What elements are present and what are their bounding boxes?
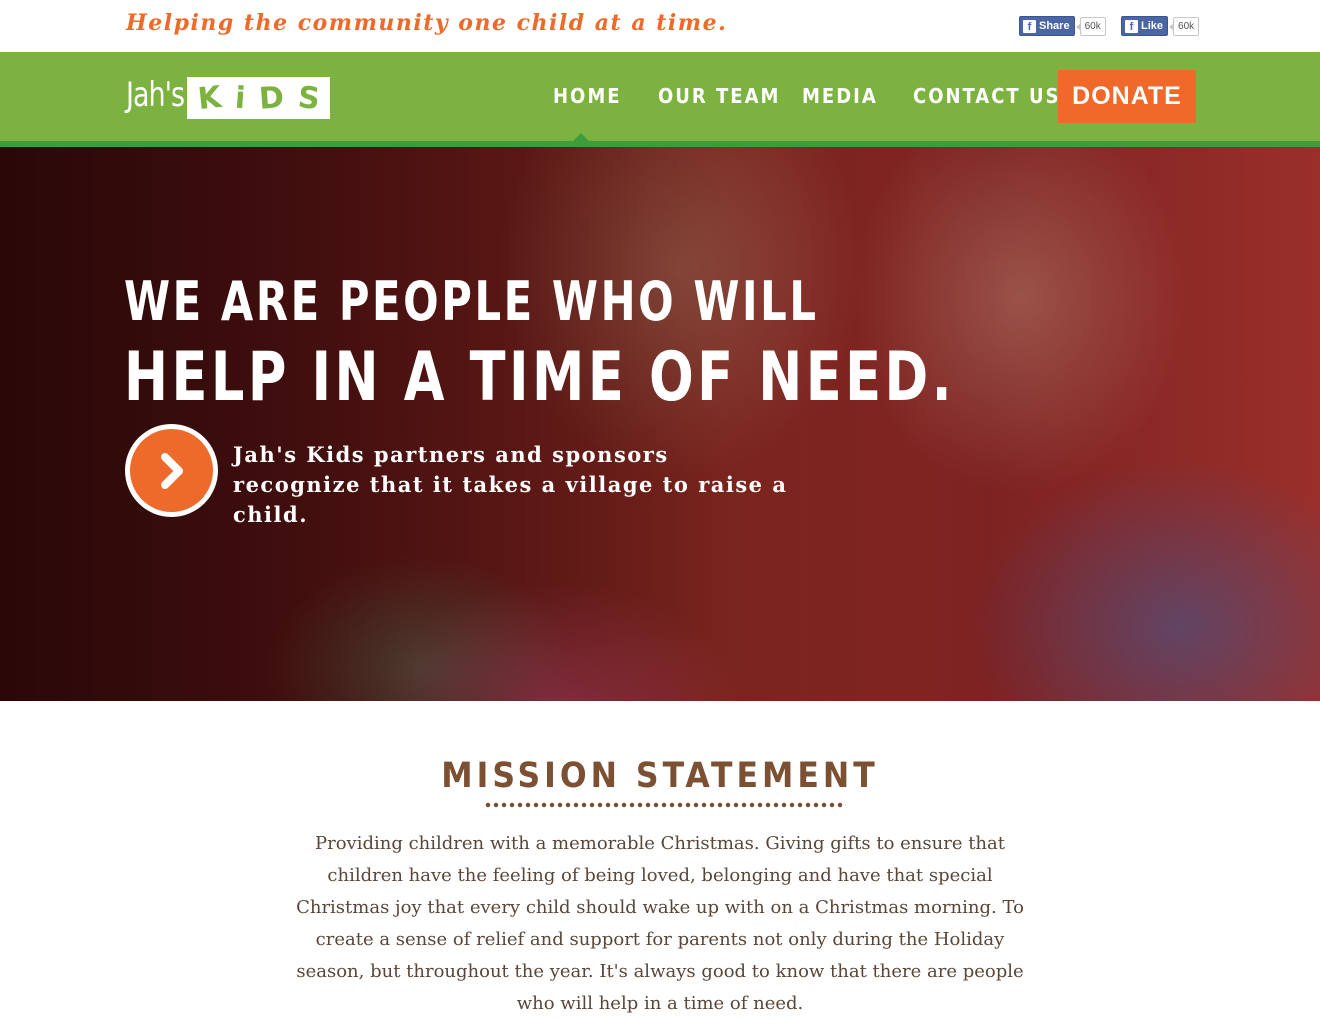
site-logo[interactable]: Jah's K i D S xyxy=(126,71,331,119)
chevron-right-icon xyxy=(160,452,183,489)
logo-letter: K xyxy=(196,79,223,117)
nav-item-media[interactable]: MEDIA xyxy=(802,84,878,108)
nav-item-contact-us[interactable]: CONTACT US xyxy=(913,84,1061,108)
dotted-divider xyxy=(484,802,846,808)
share-label: Share xyxy=(1039,20,1070,32)
tagline: Helping the community one child at a tim… xyxy=(126,10,728,36)
hero-heading-line-1: WE ARE PEOPLE WHO WILL xyxy=(124,270,819,333)
logo-prefix: Jah's xyxy=(126,75,185,115)
like-label: Like xyxy=(1141,20,1164,32)
mission-title: MISSION STATEMENT xyxy=(441,756,879,796)
facebook-share-widget[interactable]: f Share 60k xyxy=(1019,16,1106,36)
nav-item-home[interactable]: HOME xyxy=(553,84,622,108)
top-bar: Helping the community one child at a tim… xyxy=(0,0,1320,52)
logo-letter: D xyxy=(257,79,286,117)
share-count: 60k xyxy=(1075,16,1106,36)
hero-subtitle: Jah's Kids partners and sponsors recogni… xyxy=(233,442,788,527)
facebook-like-widget[interactable]: f Like 60k xyxy=(1121,16,1200,36)
hero-arrow-button[interactable] xyxy=(125,424,218,517)
facebook-icon: f xyxy=(1125,19,1138,33)
hero-banner xyxy=(0,147,1320,701)
hero-arrow-circle xyxy=(130,429,213,512)
hero-heading-line-2: HELP IN A TIME OF NEED. xyxy=(124,338,956,417)
mission-body: Providing children with a memorable Chri… xyxy=(296,833,1024,1014)
logo-kids-box: K i D S xyxy=(187,77,331,119)
facebook-icon: f xyxy=(1023,19,1036,33)
facebook-like-button[interactable]: f Like xyxy=(1121,16,1169,36)
hero-photo-overlay xyxy=(0,147,1320,701)
active-nav-indicator xyxy=(573,133,589,141)
nav-item-our-team[interactable]: OUR TEAM xyxy=(658,84,780,108)
like-count: 60k xyxy=(1168,16,1200,36)
donate-button[interactable]: DONATE xyxy=(1058,70,1196,123)
logo-letter: S xyxy=(295,79,322,117)
facebook-share-button[interactable]: f Share xyxy=(1019,16,1075,36)
logo-letter: i xyxy=(233,80,247,116)
